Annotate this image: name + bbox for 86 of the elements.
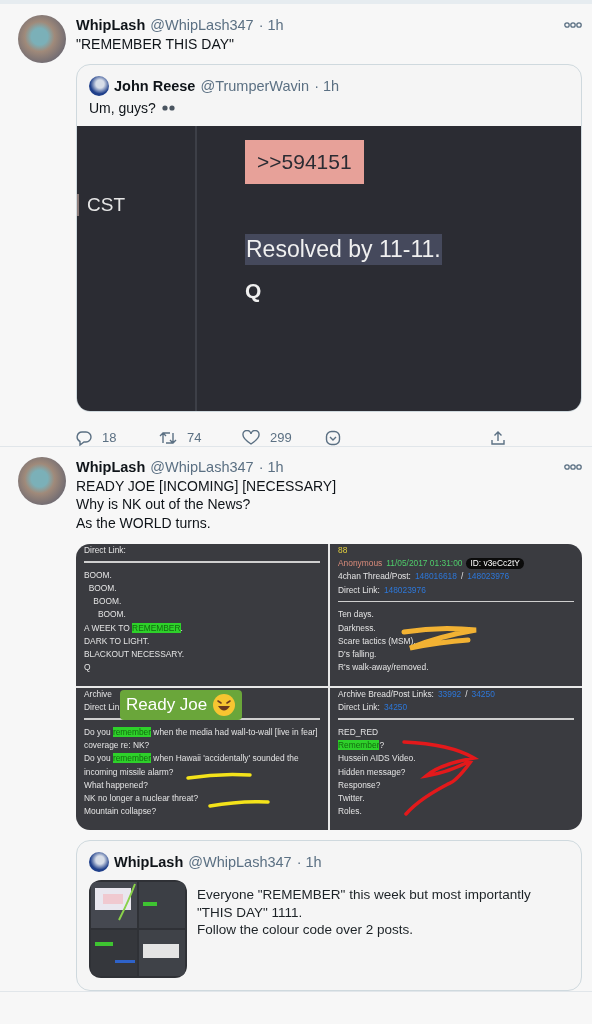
post-label: / (465, 688, 468, 701)
post-label: / (460, 570, 464, 584)
post-line: DARK TO LIGHT. (84, 634, 150, 648)
sticker-text: Ready Joe (126, 695, 208, 715)
post-line: Response? (338, 778, 381, 792)
author-handle[interactable]: @WhipLash347 (188, 854, 292, 870)
post-text: Q (245, 278, 262, 303)
post-line: A WEEK TO REMEMBER. (84, 621, 183, 635)
post-line: Darkness. (338, 621, 376, 635)
bookmark-icon[interactable] (325, 429, 341, 446)
tweet-text: Why is NK out of the News? (76, 495, 252, 514)
reply-icon[interactable] (76, 429, 92, 446)
avatar[interactable] (89, 75, 109, 96)
retweet-count: 74 (187, 430, 202, 445)
post-line: What happened? (84, 778, 148, 792)
tweet-text: Um, guys? (89, 99, 156, 116)
post-line: Mountain collapse? (84, 805, 157, 819)
post-line: Q (84, 661, 91, 675)
author-handle[interactable]: @WhipLash347 (150, 458, 254, 475)
author-name[interactable]: WhipLash (76, 458, 146, 475)
more-icon[interactable] (564, 21, 582, 29)
eyes-icon (160, 103, 177, 112)
tweet-text: Follow the colour code over 2 posts. (197, 921, 415, 939)
quoted-tweet[interactable]: WhipLash @WhipLash347 · 1h Everyone "REMEMBER" this week but most importantly "THIS DAY" 1111. Follow the colour code over 2 posts. (76, 840, 582, 991)
post-line: Do you remember when Hawaii 'accidentally' sounded the incoming missile alarm? (84, 752, 300, 779)
retweet-icon[interactable] (159, 429, 177, 446)
post-line: Hidden message? (338, 765, 406, 779)
poster-id-badge: ID: v3eCc2tY (466, 558, 524, 570)
author-name[interactable]: WhipLash (76, 17, 146, 33)
post-link[interactable]: 148016618 (414, 570, 457, 584)
tweet-text: READY JOE [INCOMING] [NECESSARY] (76, 476, 338, 495)
post-line: RED_RED (338, 725, 379, 739)
post-link[interactable]: 33992 (437, 688, 462, 702)
post-number: 88 (338, 544, 348, 557)
post-line: BOOM. (96, 608, 126, 622)
post-screenshot[interactable]: CST >>594151 Resolved by 11-11. Q (77, 125, 581, 411)
avatar[interactable] (18, 15, 66, 63)
tweet-text: Everyone "REMEMBER" this week but most importantly "THIS DAY" 1111. (197, 886, 532, 921)
post-reference: >>594151 (245, 139, 364, 184)
post-line: Twitter. (338, 791, 365, 805)
heart-icon[interactable] (242, 429, 260, 446)
post-label: Archive Bread/Post Links: (338, 688, 434, 701)
post-line: Hussein AIDS Video. (338, 752, 416, 766)
post-text: CST (77, 193, 125, 216)
post-label: Archive (84, 688, 112, 701)
post-link[interactable]: 34250 (383, 701, 408, 715)
post-line: Ten days. (338, 608, 374, 622)
highlighted-text: Resolved by 11-11. (245, 233, 442, 265)
post-label: 4chan Thread/Post: (338, 570, 411, 584)
post-label: Direct Link: (338, 701, 380, 715)
post-line: BLACKOUT NECESSARY. (84, 647, 185, 661)
tweet-text: As the WORLD turns. (76, 513, 212, 532)
post-line: R's walk-away/removed. (338, 661, 429, 675)
quoted-tweet[interactable]: John Reese @TrumperWavin · 1h Um, guys? CST >>594151 Resolved by 11-11. Q (76, 63, 582, 412)
author-name[interactable]: WhipLash (114, 854, 184, 870)
post-line: BOOM. (92, 595, 122, 609)
post-date: 11/05/2017 01:31:00 (386, 557, 463, 571)
post-line: BOOM. (84, 568, 112, 582)
post-line: Roles. (338, 805, 362, 819)
post-label: Direct Link: (84, 544, 126, 557)
avatar[interactable] (18, 456, 66, 505)
post-line: BOOM. (87, 581, 117, 595)
post-link[interactable]: 34250 (471, 688, 495, 702)
tweet-time: · 1h (314, 77, 340, 94)
poster-name: Anonymous (338, 557, 383, 571)
post-link[interactable]: 148023976 (383, 583, 426, 597)
tweet-text: "REMEMBER THIS DAY" (76, 35, 235, 54)
like-count: 299 (270, 430, 292, 445)
post-label: Direct Link: (338, 583, 380, 597)
post-line: D's falling. (338, 647, 377, 661)
avatar[interactable] (89, 852, 109, 872)
more-icon[interactable] (564, 462, 582, 471)
post-link[interactable]: 148023976 (467, 570, 510, 584)
author-handle[interactable]: @WhipLash347 (150, 17, 254, 33)
author-name[interactable]: John Reese (114, 77, 196, 94)
tweet-time: · 1h (296, 854, 322, 870)
tweet-time: · 1h (258, 458, 284, 475)
reply-count: 18 (102, 430, 117, 445)
tweet-time: · 1h (258, 17, 284, 33)
post-line: NK no longer a nuclear threat? (84, 791, 199, 805)
post-line: Do you remember when the media had wall-to-wall [live in fear] coverage re: NK? (84, 725, 319, 753)
laughing-emoji-icon (212, 693, 237, 717)
share-icon[interactable] (490, 429, 506, 446)
author-handle[interactable]: @TrumperWavin (200, 77, 310, 94)
post-line: Scare tactics (MSM). (338, 634, 416, 648)
post-label: Direct Lin (84, 701, 120, 715)
